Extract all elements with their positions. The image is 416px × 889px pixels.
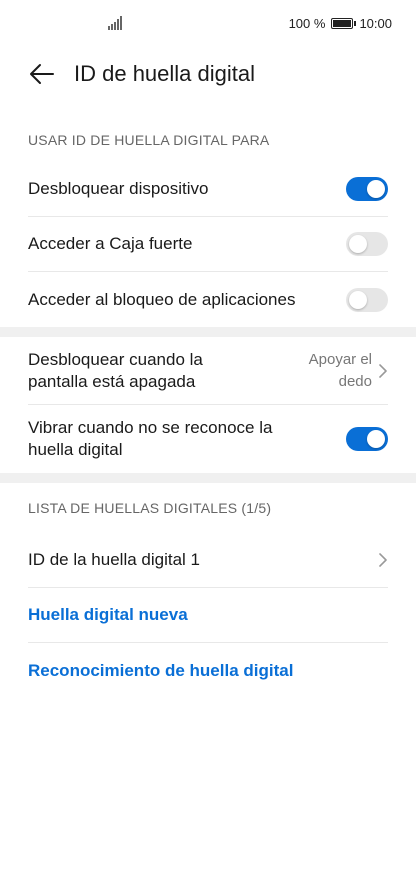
setting-label: Acceder a Caja fuerte [28, 234, 193, 253]
section-header-use-fingerprint: USAR ID DE HUELLA DIGITAL PARA [28, 132, 270, 148]
new-fingerprint-label: Huella digital nueva [28, 605, 188, 624]
chevron-right-icon [379, 553, 387, 567]
section-header-fingerprint-list: LISTA DE HUELLAS DIGITALES (1/5) [28, 500, 272, 516]
page-title: ID de huella digital [74, 61, 256, 86]
battery-icon [331, 18, 357, 29]
safe-access-toggle[interactable] [346, 232, 388, 256]
fingerprint-recognition-label: Reconocimiento de huella digital [28, 660, 294, 680]
app-lock-toggle[interactable] [346, 287, 388, 312]
fingerprint-item[interactable]: ID de la huella digital 1 [28, 533, 388, 588]
setting-app-lock[interactable]: Acceder al bloqueo de aplicaciones [28, 272, 388, 327]
section-divider [0, 327, 416, 337]
section-divider [0, 473, 416, 483]
vibrate-toggle[interactable] [346, 427, 388, 451]
signal-icon [108, 16, 124, 30]
clock: 10:00 [359, 16, 392, 31]
battery-percent: 100 % [288, 16, 326, 31]
setting-label: Desbloquear dispositivo [28, 179, 209, 198]
setting-unlock-screen-off[interactable]: Desbloquear cuando la pantalla está apag… [28, 337, 388, 405]
fingerprint-label: ID de la huella digital 1 [28, 550, 201, 569]
chevron-right-icon [379, 363, 387, 378]
setting-label-line2: huella digital [28, 440, 123, 459]
setting-value: Apoyar el dedo [308, 350, 372, 390]
setting-label-line1: Vibrar cuando no se reconoce la [28, 418, 273, 437]
setting-safe-access[interactable]: Acceder a Caja fuerte [28, 217, 388, 272]
setting-vibrate[interactable]: Vibrar cuando no se reconoce la huella d… [28, 405, 388, 473]
fingerprint-recognition-link[interactable]: Reconocimiento de huella digital [28, 643, 388, 698]
back-arrow-icon[interactable] [26, 58, 58, 90]
unlock-device-toggle[interactable] [346, 177, 388, 201]
settings-content: USAR ID DE HUELLA DIGITAL PARA Desbloque… [0, 118, 416, 698]
app-bar: ID de huella digital [0, 48, 416, 100]
setting-label-line1: Desbloquear cuando la [28, 349, 203, 369]
setting-label-line2: pantalla está apagada [28, 371, 196, 391]
new-fingerprint-link[interactable]: Huella digital nueva [28, 588, 388, 643]
setting-unlock-device[interactable]: Desbloquear dispositivo [28, 162, 388, 217]
setting-label: Acceder al bloqueo de aplicaciones [28, 289, 296, 309]
status-bar: 100 % 10:00 [0, 0, 416, 48]
